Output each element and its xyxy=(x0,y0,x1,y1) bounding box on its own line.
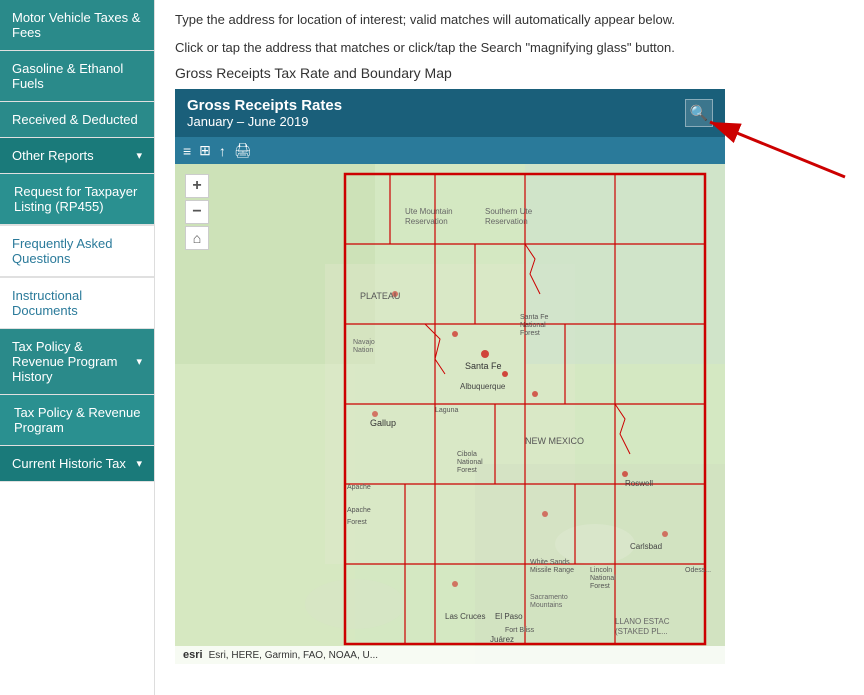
map-controls: + − ⌂ xyxy=(185,174,209,250)
svg-text:Juárez: Juárez xyxy=(490,635,514,644)
sidebar-item-other-reports[interactable]: Other Reports ▾ xyxy=(0,138,154,174)
svg-text:Ute Mountain: Ute Mountain xyxy=(405,207,453,216)
svg-text:LLANO ESTAC: LLANO ESTAC xyxy=(615,617,670,626)
grid-icon[interactable]: ⊞ xyxy=(199,142,211,159)
instruction-text-1: Type the address for location of interes… xyxy=(175,10,844,30)
svg-text:Navajo: Navajo xyxy=(353,339,375,346)
svg-text:Albuquerque: Albuquerque xyxy=(460,382,506,391)
svg-text:Santa Fe: Santa Fe xyxy=(465,361,502,371)
map-section-title: Gross Receipts Tax Rate and Boundary Map xyxy=(175,65,844,81)
map-search-button[interactable]: 🔍 xyxy=(685,99,713,127)
sidebar-item-label: Motor Vehicle Taxes & Fees xyxy=(12,10,140,40)
svg-text:PLATEAU: PLATEAU xyxy=(360,291,400,301)
svg-text:Forest: Forest xyxy=(590,583,610,590)
sidebar-item-current-historic[interactable]: Current Historic Tax ▾ xyxy=(0,446,154,482)
sidebar-item-received-deducted[interactable]: Received & Deducted xyxy=(0,102,154,138)
svg-text:El Paso: El Paso xyxy=(495,612,523,621)
sidebar-item-label: Instructional Documents xyxy=(12,288,82,318)
map-header-subtitle: January – June 2019 xyxy=(187,114,342,129)
svg-text:Southern Ute: Southern Ute xyxy=(485,207,533,216)
svg-text:Reservation: Reservation xyxy=(405,217,448,226)
svg-text:White Sands: White Sands xyxy=(530,559,570,566)
svg-text:Apache: Apache xyxy=(347,484,371,491)
arrow-down-icon: ▾ xyxy=(136,355,142,368)
svg-text:Missile Range: Missile Range xyxy=(530,567,574,574)
sidebar-item-label: Tax Policy & Revenue Program xyxy=(14,405,140,435)
svg-text:Las Cruces: Las Cruces xyxy=(445,612,485,621)
sidebar-item-gasoline[interactable]: Gasoline & Ethanol Fuels xyxy=(0,51,154,102)
map-svg: Gallup Santa Fe Albuquerque Roswell Carl… xyxy=(175,164,725,664)
sidebar-item-label: Frequently Asked Questions xyxy=(12,236,112,266)
svg-text:Fort Bliss: Fort Bliss xyxy=(505,627,535,634)
svg-text:Reservation: Reservation xyxy=(485,217,528,226)
sidebar-item-label: Gasoline & Ethanol Fuels xyxy=(12,61,123,91)
svg-text:Santa Fe: Santa Fe xyxy=(520,314,549,321)
arrow-down-icon: ▾ xyxy=(136,457,142,470)
svg-text:National: National xyxy=(457,459,483,466)
zoom-in-button[interactable]: + xyxy=(185,174,209,198)
svg-text:Lincoln: Lincoln xyxy=(590,567,612,574)
svg-text:Gallup: Gallup xyxy=(370,418,396,428)
svg-text:Apache: Apache xyxy=(347,507,371,514)
svg-text:Forest: Forest xyxy=(457,467,477,474)
home-button[interactable]: ⌂ xyxy=(185,226,209,250)
sidebar: Motor Vehicle Taxes & Fees Gasoline & Et… xyxy=(0,0,155,695)
sidebar-item-label: Received & Deducted xyxy=(12,112,138,127)
sidebar-item-motor-vehicle[interactable]: Motor Vehicle Taxes & Fees xyxy=(0,0,154,51)
search-icon: 🔍 xyxy=(690,104,709,122)
svg-text:Laguna: Laguna xyxy=(435,407,458,414)
map-attribution: esri Esri, HERE, Garmin, FAO, NOAA, U... xyxy=(175,646,725,664)
svg-text:Roswell: Roswell xyxy=(625,479,653,488)
map-body: Gallup Santa Fe Albuquerque Roswell Carl… xyxy=(175,164,725,664)
attribution-text: Esri, HERE, Garmin, FAO, NOAA, U... xyxy=(209,650,378,661)
layers-icon[interactable]: ≡ xyxy=(183,143,191,159)
zoom-out-button[interactable]: − xyxy=(185,200,209,224)
svg-text:National: National xyxy=(590,575,616,582)
sidebar-item-label: Current Historic Tax xyxy=(12,456,126,471)
svg-text:NEW MEXICO: NEW MEXICO xyxy=(525,436,584,446)
sidebar-item-label: Tax Policy & Revenue Program History xyxy=(12,339,136,384)
sidebar-item-tax-policy[interactable]: Tax Policy & Revenue Program xyxy=(0,395,154,446)
svg-text:National: National xyxy=(520,322,546,329)
sidebar-item-taxpayer-listing[interactable]: Request for Taxpayer Listing (RP455) xyxy=(0,174,154,225)
instruction-text-2: Click or tap the address that matches or… xyxy=(175,38,844,58)
main-content: Type the address for location of interes… xyxy=(155,0,864,695)
esri-logo: esri xyxy=(183,649,203,661)
svg-text:Sacramento: Sacramento xyxy=(530,594,568,601)
map-header-title: Gross Receipts Rates xyxy=(187,97,342,114)
print-icon[interactable]: 🖨 xyxy=(234,142,252,159)
sidebar-item-label: Other Reports xyxy=(12,148,94,163)
svg-text:Odess...: Odess... xyxy=(685,567,711,574)
svg-text:Mountains: Mountains xyxy=(530,602,563,609)
map-toolbar: ≡ ⊞ ↑ 🖨 xyxy=(175,137,725,164)
svg-text:(STAKED PL...: (STAKED PL... xyxy=(615,627,668,636)
svg-text:Carlsbad: Carlsbad xyxy=(630,542,662,551)
svg-text:Nation: Nation xyxy=(353,347,373,354)
map-container: Gross Receipts Rates January – June 2019… xyxy=(175,89,725,664)
svg-text:Forest: Forest xyxy=(520,330,540,337)
sidebar-item-label: Request for Taxpayer Listing (RP455) xyxy=(14,184,137,214)
share-icon[interactable]: ↑ xyxy=(219,143,226,159)
svg-text:Cibola: Cibola xyxy=(457,451,477,458)
arrow-down-icon: ▾ xyxy=(136,149,142,162)
sidebar-item-tax-policy-history[interactable]: Tax Policy & Revenue Program History ▾ xyxy=(0,329,154,395)
sidebar-item-faq[interactable]: Frequently Asked Questions xyxy=(0,226,154,277)
map-header: Gross Receipts Rates January – June 2019… xyxy=(175,89,725,137)
svg-text:Forest: Forest xyxy=(347,519,367,526)
sidebar-item-instructional[interactable]: Instructional Documents xyxy=(0,278,154,329)
